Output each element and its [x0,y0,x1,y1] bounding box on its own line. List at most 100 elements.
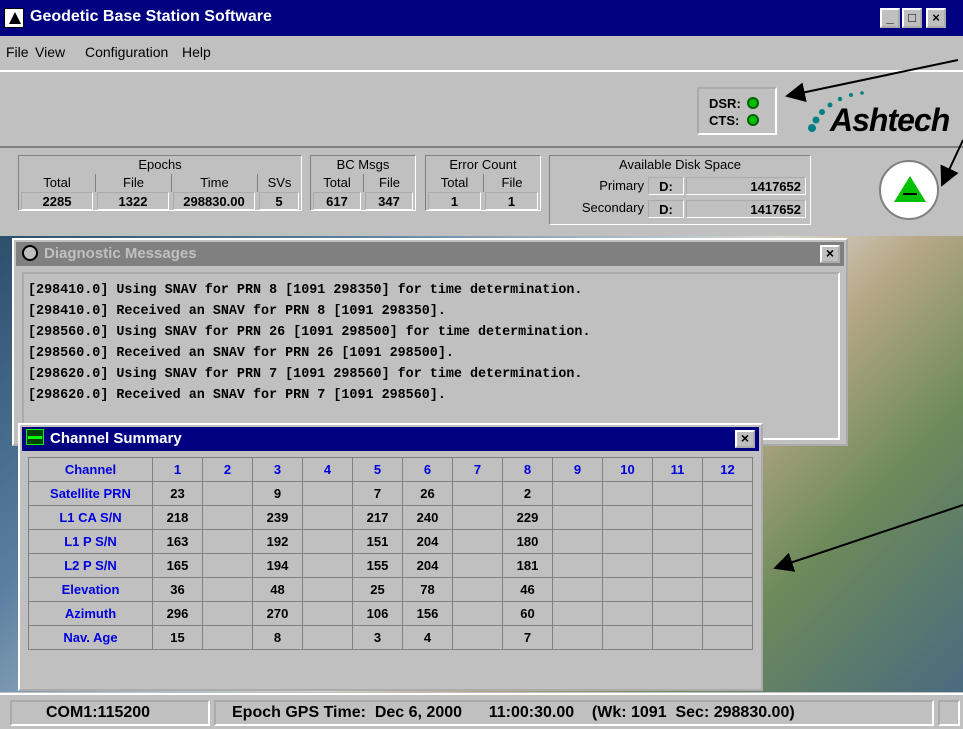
table-cell: 46 [502,577,553,602]
table-cell [202,481,253,506]
table-cell [552,625,603,650]
table-cell: 194 [252,553,303,578]
table-cell [702,529,753,554]
table-cell: 192 [252,529,303,554]
table-cell: 48 [252,577,303,602]
error-count-title: Error Count [449,157,517,172]
title-bar[interactable]: Geodetic Base Station Software _ □ × [0,0,963,36]
log-line: [298410.0] Received an SNAV for PRN 8 [1… [28,304,446,319]
table-row: Nav. Age 15 8 3 4 7 [28,625,753,650]
table-cell [652,553,703,578]
maximize-button[interactable]: □ [902,8,922,28]
app-window: Geodetic Base Station Software _ □ × Fil… [0,0,963,729]
table-cell [602,529,653,554]
table-cell [552,553,603,578]
channel-number: 4 [302,457,353,482]
table-cell [652,505,703,530]
channel-number: 6 [402,457,453,482]
diagnostic-title[interactable]: Diagnostic Messages [16,242,844,266]
epochs-group: Epochs Total File Time SVs 2285 1322 298… [18,155,302,211]
table-cell: 180 [502,529,553,554]
table-cell [652,601,703,626]
menu-file[interactable]: File [6,44,29,60]
table-cell [302,505,353,530]
diagnostic-log[interactable]: [298410.0] Using SNAV for PRN 8 [1091 29… [22,272,840,440]
row-label: L2 P S/N [28,553,153,578]
disk-primary-drive: D: [648,177,684,195]
dsr-led-icon [747,97,759,109]
epochs-col-total: Total [43,175,71,190]
table-cell [552,529,603,554]
menu-view[interactable]: View [35,44,65,60]
menu-configuration[interactable]: Configuration [85,44,168,60]
table-cell [652,577,703,602]
epochs-col-file: File [95,174,171,192]
table-cell: 229 [502,505,553,530]
disk-secondary-label: Secondary [581,200,644,215]
error-count-col-file: File [483,174,540,192]
row-label: Satellite PRN [28,481,153,506]
table-cell [702,505,753,530]
table-cell [602,481,653,506]
minimize-button[interactable]: _ [880,8,900,28]
gear-icon [22,245,38,261]
table-cell [452,505,503,530]
table-cell: 25 [352,577,403,602]
app-icon [4,8,24,28]
table-cell: 7 [352,481,403,506]
log-line: [298560.0] Received an SNAV for PRN 26 [… [28,346,454,361]
table-cell [602,601,653,626]
table-cell [202,553,253,578]
disk-primary-label: Primary [599,178,644,193]
position-status-icon[interactable] [879,160,939,220]
row-label: L1 P S/N [28,529,153,554]
gps-time-status: Epoch GPS Time: Dec 6, 2000 11:00:30.00 … [214,700,934,726]
close-button[interactable]: × [926,8,946,28]
table-cell: 36 [152,577,203,602]
diagnostic-close-button[interactable]: × [820,245,840,263]
error-count-file-value: 1 [485,192,538,210]
error-count-group: Error Count Total File 1 1 [425,155,541,211]
channel-number: 10 [602,457,653,482]
cts-label: CTS: [709,113,740,128]
cts-led-icon [747,114,759,126]
log-line: [298410.0] Using SNAV for PRN 8 [1091 29… [28,283,583,298]
epochs-total-value: 2285 [21,192,93,210]
table-cell: 106 [352,601,403,626]
table-cell [702,553,753,578]
disk-space-group: Available Disk Space Primary D: 1417652 … [549,155,811,225]
epochs-svs-value: 5 [259,192,299,210]
bc-msgs-total-value: 617 [313,192,361,210]
channel-number: 2 [202,457,253,482]
table-cell [702,481,753,506]
disk-primary-value: 1417652 [686,177,806,195]
channel-summary-close-button[interactable]: × [735,430,755,448]
table-cell [452,601,503,626]
row-label: L1 CA S/N [28,505,153,530]
epoch-date: Dec 6, 2000 [374,704,463,721]
table-cell: 239 [252,505,303,530]
table-row: L1 CA S/N 218 239 217 240 229 [28,505,753,530]
table-row: Satellite PRN 23 9 7 26 2 [28,481,753,506]
bc-msgs-col-total: Total [323,175,351,190]
table-cell [302,481,353,506]
table-cell: 78 [402,577,453,602]
table-cell: 4 [402,625,453,650]
channel-summary-title[interactable]: Channel Summary [22,427,759,451]
menu-bar: File View Configuration Help [0,36,963,70]
table-cell [602,505,653,530]
menu-help[interactable]: Help [182,44,211,60]
table-cell [602,625,653,650]
table-cell [302,625,353,650]
size-grip[interactable] [938,700,960,726]
table-cell: 7 [502,625,553,650]
table-cell [702,577,753,602]
log-line: [298620.0] Received an SNAV for PRN 7 [1… [28,388,446,403]
log-line: [298620.0] Using SNAV for PRN 7 [1091 29… [28,367,583,382]
row-label: Nav. Age [28,625,153,650]
channel-number: 3 [252,457,303,482]
table-cell [602,553,653,578]
table-cell [202,577,253,602]
channel-summary-window: Channel Summary × Channel 1 2 3 4 5 6 7 8 9 10 11 12… [18,423,763,691]
disk-space-title: Available Disk Space [619,157,741,172]
